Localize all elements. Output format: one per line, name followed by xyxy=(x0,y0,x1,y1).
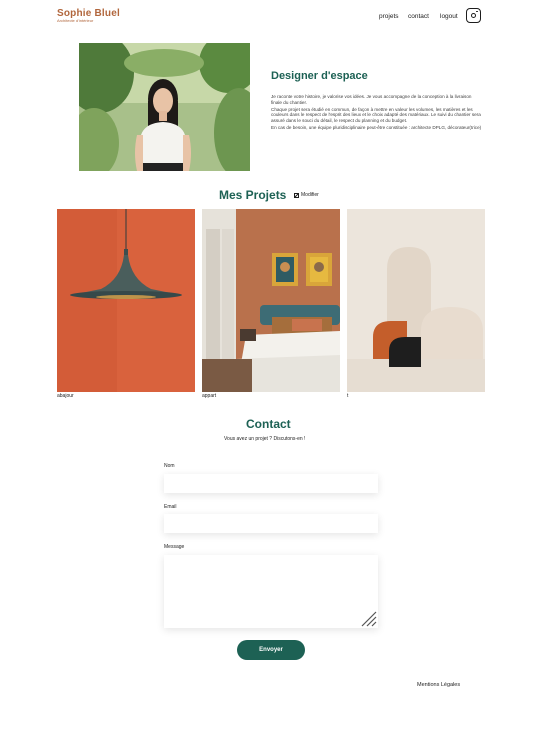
contact-title: Contact xyxy=(246,417,291,431)
project-image-t[interactable] xyxy=(347,209,485,392)
intro-text: Je raconte votre histoire, je valorise v… xyxy=(271,94,483,132)
intro-title: Designer d'espace xyxy=(271,70,368,82)
project-caption: abajour xyxy=(57,393,74,399)
name-label: Nom xyxy=(164,463,175,469)
project-image-appart[interactable] xyxy=(202,209,340,392)
email-label: Email xyxy=(164,504,177,510)
nav-link-projets[interactable]: projets xyxy=(379,13,399,20)
message-label: Message xyxy=(164,544,185,550)
submit-button[interactable]: Envoyer xyxy=(237,640,305,660)
intro-paragraph: En cas de besoin, une équipe pluridiscip… xyxy=(271,124,482,130)
portrait-photo xyxy=(79,43,250,171)
edit-label: Modifier xyxy=(301,192,319,198)
intro-paragraph: Je raconte votre histoire, je valorise v… xyxy=(271,94,472,105)
email-input[interactable] xyxy=(164,514,378,533)
edit-icon xyxy=(294,192,299,198)
project-image-abajour[interactable] xyxy=(57,209,195,392)
instagram-icon[interactable] xyxy=(466,8,481,23)
nav-link-contact[interactable]: contact xyxy=(408,13,429,20)
project-caption: appart xyxy=(202,393,217,399)
resize-grip-icon[interactable] xyxy=(360,610,377,627)
logo-subtitle: Architecte d'intérieur xyxy=(57,18,94,23)
projects-title: Mes Projets xyxy=(219,188,287,202)
legal-notice-link[interactable]: Mentions Légales xyxy=(417,682,460,688)
nav-link-logout[interactable]: logout xyxy=(440,13,458,20)
edit-button[interactable]: Modifier xyxy=(294,192,319,198)
intro-paragraph: Chaque projet sera étudié en commun, de … xyxy=(271,106,481,123)
project-caption: t xyxy=(347,393,349,399)
contact-subtitle: Vous avez un projet ? Discutons-en ! xyxy=(224,436,306,442)
name-input[interactable] xyxy=(164,474,378,493)
message-textarea[interactable] xyxy=(164,555,378,628)
